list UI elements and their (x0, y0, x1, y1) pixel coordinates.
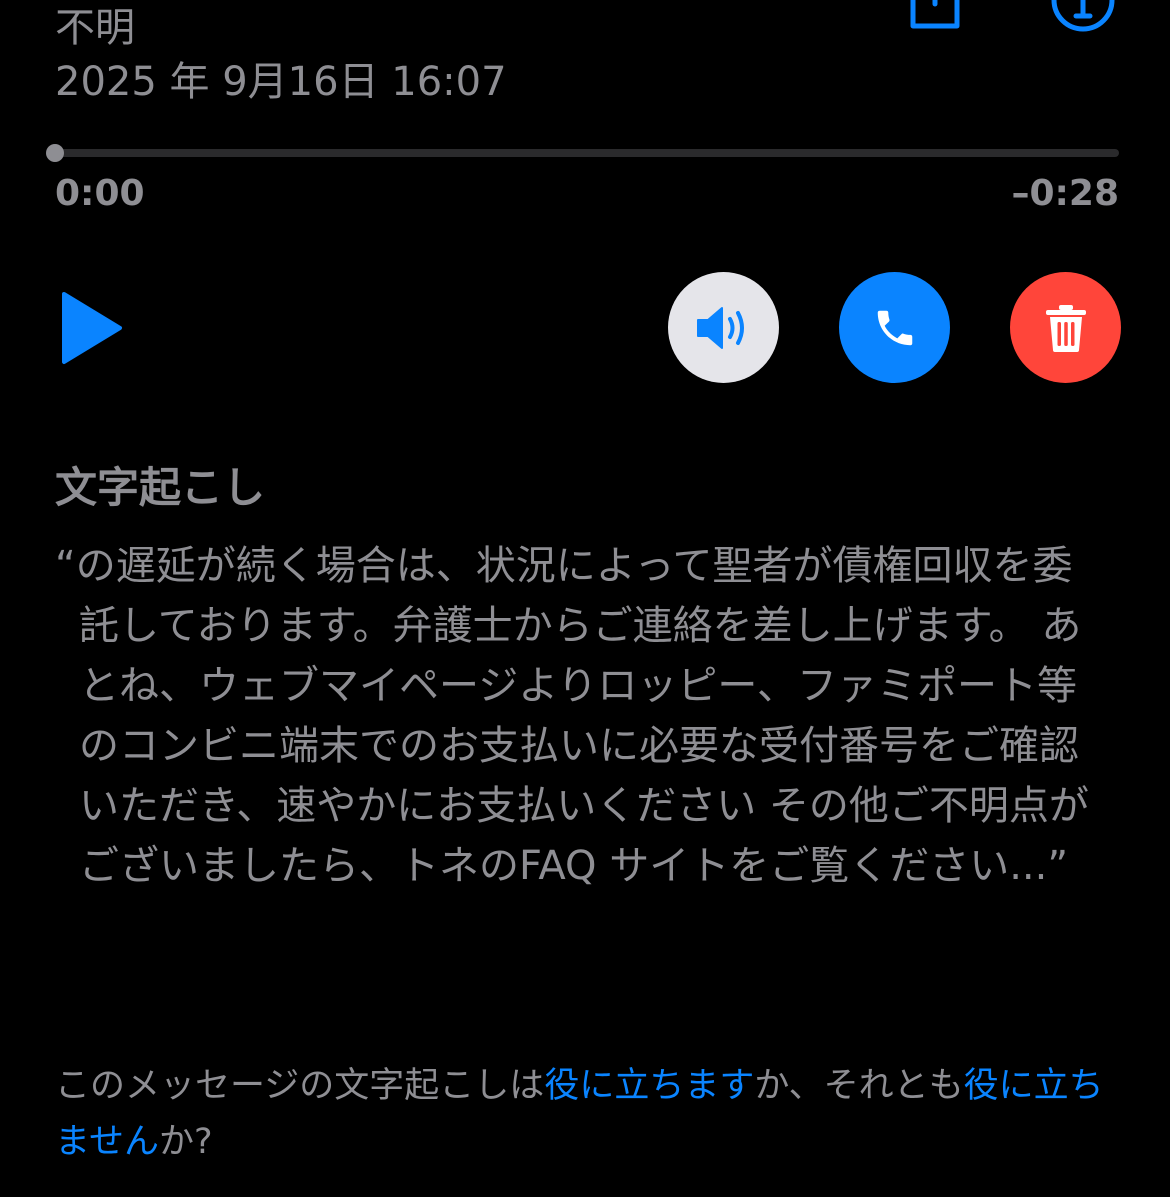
speaker-button[interactable] (668, 272, 779, 383)
transcript-feedback: このメッセージの文字起こしは役に立ちますか、それとも役に立ちませんか? (55, 1058, 1115, 1170)
caller-name: 不明 (55, 5, 135, 51)
call-back-button[interactable] (839, 272, 950, 383)
speaker-icon (696, 306, 744, 349)
message-datetime: 2025 年 9月16日 16:07 (55, 59, 507, 105)
elapsed-time: 0:00 (55, 173, 145, 214)
playback-scrubber[interactable] (55, 149, 1119, 157)
remaining-time: –0:28 (1011, 173, 1119, 214)
transcript-heading: 文字起こし (55, 463, 266, 512)
scrubber-knob[interactable] (46, 144, 64, 162)
feedback-suffix: か? (158, 1122, 213, 1162)
feedback-middle: か、それとも (754, 1066, 964, 1106)
helpful-link[interactable]: 役に立ちます (544, 1066, 754, 1106)
play-icon (62, 292, 122, 364)
feedback-prefix: このメッセージの文字起こしは (55, 1066, 545, 1106)
delete-button[interactable] (1010, 272, 1121, 383)
info-icon[interactable] (1050, 0, 1115, 32)
transcript-text: “の遅延が続く場合は、状況によって聖者が債権回収を委託しております。弁護士からご… (55, 543, 1089, 889)
share-icon[interactable] (905, 0, 965, 30)
play-button[interactable] (60, 290, 124, 366)
phone-icon (877, 310, 912, 345)
trash-icon (1045, 304, 1086, 352)
